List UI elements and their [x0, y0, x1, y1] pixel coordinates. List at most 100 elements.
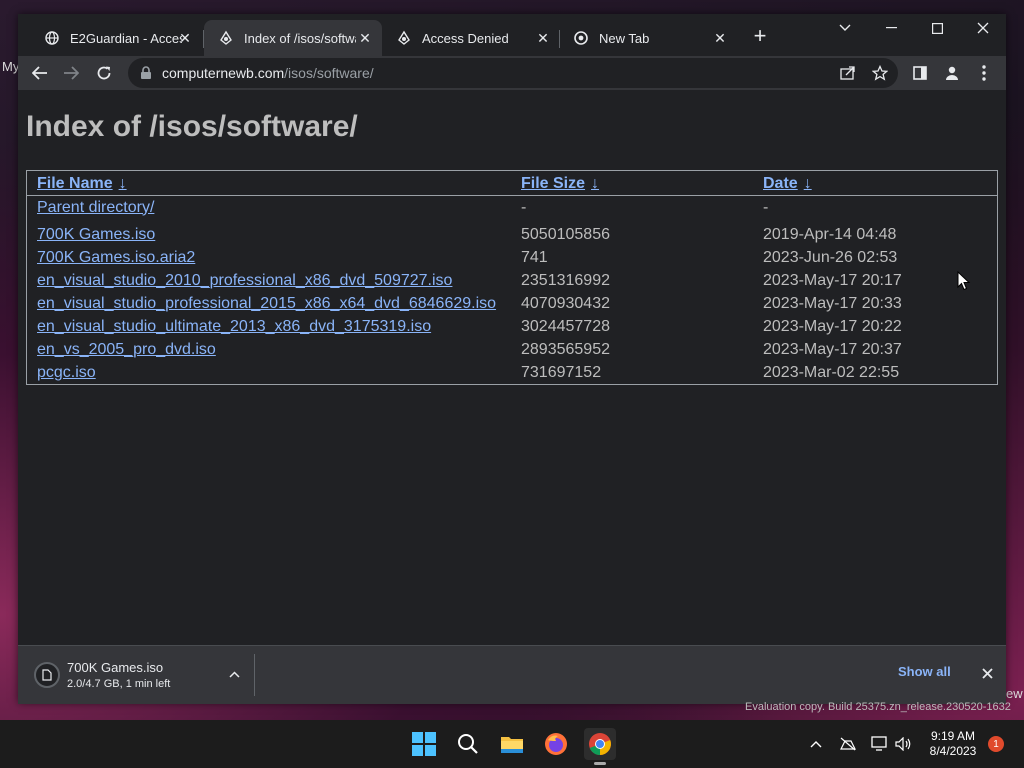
close-window-button[interactable] — [960, 16, 1006, 40]
url-text: computernewb.com/isos/software/ — [162, 65, 374, 81]
file-date-cell: 2023-May-17 20:22 — [763, 317, 902, 335]
file-size-cell: 5050105856 — [521, 225, 610, 243]
page-content: Index of /isos/software/ File Name ↓ File… — [18, 90, 1006, 645]
running-indicator — [594, 762, 606, 765]
file-name-cell: en_visual_studio_ultimate_2013_x86_dvd_3… — [27, 315, 511, 338]
column-header-date: Date ↓ — [753, 171, 997, 196]
side-panel-icon[interactable] — [907, 60, 933, 86]
download-shelf: 700K Games.iso 2.0/4.7 GB, 1 min left Sh… — [18, 645, 1006, 704]
tab-index-isos-software[interactable]: Index of /isos/software/ ✕ — [204, 20, 382, 56]
file-link[interactable]: en_visual_studio_2010_professional_x86_d… — [37, 272, 452, 289]
tab-label: New Tab — [599, 30, 650, 46]
sort-arrow-icon[interactable]: ↓ — [804, 175, 812, 192]
file-name-cell: Parent directory/ — [27, 196, 511, 219]
address-bar[interactable]: computernewb.com/isos/software/ — [128, 58, 898, 88]
column-header-size: File Size ↓ — [511, 171, 753, 196]
file-link[interactable]: pcgc.iso — [37, 364, 96, 381]
file-size-cell: 2351316992 — [521, 271, 610, 289]
file-size-cell: 731697152 — [521, 363, 602, 381]
close-icon[interactable]: ✕ — [711, 29, 729, 47]
table-header-row: File Name ↓ File Size ↓ Date ↓ — [27, 171, 997, 196]
file-size-cell: 741 — [521, 248, 548, 266]
sort-arrow-icon[interactable]: ↓ — [119, 175, 127, 192]
tab-new-tab[interactable]: New Tab ✕ — [559, 20, 737, 56]
close-download-shelf-button[interactable] — [976, 662, 998, 684]
file-link[interactable]: en_visual_studio_professional_2015_x86_x… — [37, 295, 496, 312]
chrome-icon — [573, 30, 589, 46]
tab-label: Index of /isos/software/ — [244, 30, 356, 46]
bookmark-star-icon[interactable] — [867, 60, 893, 86]
show-all-downloads-button[interactable]: Show all — [898, 664, 951, 679]
sort-by-date-link[interactable]: Date — [763, 175, 798, 192]
file-link[interactable]: 700K Games.iso.aria2 — [37, 249, 195, 266]
new-tab-button[interactable]: + — [748, 25, 772, 49]
file-size-cell: 4070930432 — [521, 294, 610, 312]
tab-label: Access Denied — [422, 30, 509, 46]
file-link[interactable]: Parent directory/ — [37, 199, 154, 216]
globe-icon — [44, 30, 60, 46]
mouse-cursor-icon — [957, 270, 971, 296]
file-name-cell: en_visual_studio_2010_professional_x86_d… — [27, 269, 511, 292]
file-name-cell: 700K Games.iso.aria2 — [27, 246, 511, 269]
browser-window: E2Guardian - Access D ✕ Index of /isos/s… — [18, 14, 1006, 704]
file-icon — [34, 662, 60, 688]
file-link[interactable]: en_vs_2005_pro_dvd.iso — [37, 341, 216, 358]
profile-icon[interactable] — [939, 60, 965, 86]
minimize-button[interactable] — [868, 16, 914, 40]
file-date-cell: - — [763, 198, 769, 216]
firefox-icon[interactable] — [540, 728, 572, 760]
network-disconnected-icon[interactable] — [837, 734, 859, 754]
chevron-up-icon[interactable] — [224, 664, 244, 684]
file-link[interactable]: 700K Games.iso — [37, 226, 155, 243]
table-row: pcgc.iso 731697152 2023-Mar-02 22:55 — [27, 361, 997, 384]
reload-button[interactable] — [91, 60, 117, 86]
back-button[interactable] — [27, 60, 53, 86]
desktop-icon-label[interactable]: My — [2, 59, 19, 74]
file-listing-table: File Name ↓ File Size ↓ Date ↓ Parent direc… — [26, 170, 998, 385]
evaluation-watermark: Evaluation copy. Build 25375.zn_release.… — [745, 701, 1011, 713]
network-monitor-icon[interactable] — [869, 734, 891, 754]
lock-icon[interactable] — [140, 66, 152, 80]
search-icon[interactable] — [452, 728, 484, 760]
page-title: Index of /isos/software/ — [26, 110, 358, 143]
forward-button[interactable] — [58, 60, 84, 86]
file-link[interactable]: en_visual_studio_ultimate_2013_x86_dvd_3… — [37, 318, 431, 335]
download-filename: 700K Games.iso — [67, 660, 164, 675]
file-name-cell: en_visual_studio_professional_2015_x86_x… — [27, 292, 511, 315]
tab-label: E2Guardian - Access D — [70, 30, 182, 46]
menu-kebab-icon[interactable] — [971, 60, 997, 86]
file-explorer-icon[interactable] — [496, 728, 528, 760]
close-icon[interactable]: ✕ — [534, 29, 552, 47]
taskbar-clock[interactable]: 9:19 AM 8/4/2023 — [926, 729, 980, 759]
sort-arrow-icon[interactable]: ↓ — [591, 175, 599, 192]
chrome-taskbar-icon[interactable] — [584, 728, 616, 765]
e2guardian-icon — [218, 30, 234, 46]
notification-badge[interactable]: 1 — [988, 736, 1004, 752]
tab-search-chevron-icon[interactable] — [822, 16, 868, 40]
file-date-cell: 2023-Mar-02 22:55 — [763, 363, 900, 381]
browser-toolbar: computernewb.com/isos/software/ — [18, 56, 1006, 90]
maximize-button[interactable] — [914, 16, 960, 40]
tab-access-denied[interactable]: Access Denied ✕ — [382, 20, 560, 56]
file-date-cell: 2019-Apr-14 04:48 — [763, 225, 897, 243]
file-size-cell: 3024457728 — [521, 317, 610, 335]
table-row: Parent directory/ - - — [27, 196, 997, 219]
sort-by-name-link[interactable]: File Name — [37, 175, 113, 192]
file-date-cell: 2023-Jun-26 02:53 — [763, 248, 898, 266]
sort-by-size-link[interactable]: File Size — [521, 175, 585, 192]
url-path: /isos/software/ — [284, 65, 374, 81]
clock-time: 9:19 AM — [930, 729, 976, 743]
tab-e2guardian[interactable]: E2Guardian - Access D ✕ — [30, 20, 202, 56]
download-item[interactable]: 700K Games.iso 2.0/4.7 GB, 1 min left — [28, 656, 254, 696]
table-row: en_visual_studio_professional_2015_x86_x… — [27, 292, 997, 315]
file-name-cell: 700K Games.iso — [27, 219, 511, 246]
file-name-cell: pcgc.iso — [27, 361, 511, 384]
close-icon[interactable]: ✕ — [176, 29, 194, 47]
windows-start-icon[interactable] — [408, 728, 440, 760]
show-hidden-icons-chevron-icon[interactable] — [805, 734, 827, 754]
share-icon[interactable] — [835, 60, 861, 86]
close-icon[interactable]: ✕ — [356, 29, 374, 47]
volume-icon[interactable] — [893, 734, 915, 754]
table-row: en_vs_2005_pro_dvd.iso 2893565952 2023-May… — [27, 338, 997, 361]
tab-strip: E2Guardian - Access D ✕ Index of /isos/s… — [18, 14, 1006, 56]
